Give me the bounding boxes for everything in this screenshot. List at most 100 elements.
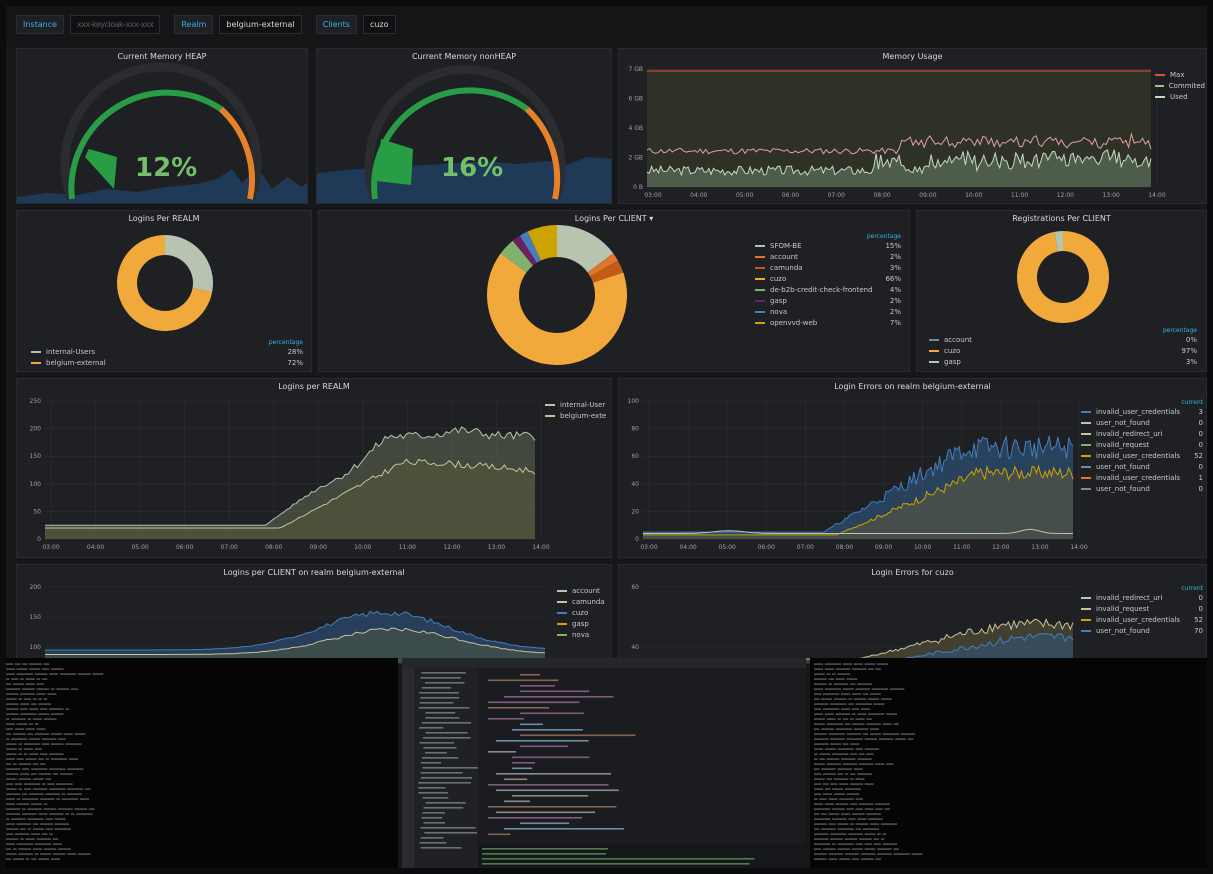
realm-select[interactable]: belgium-external (219, 14, 302, 34)
y-tick-label: 4 GB (629, 125, 644, 132)
legend-swatch (755, 277, 765, 280)
y-tick-label: 60 (631, 584, 639, 591)
legend-item[interactable]: Used (1155, 91, 1205, 102)
x-tick-label: 11:00 (953, 544, 970, 551)
legend-item[interactable]: Max (1155, 69, 1205, 80)
legend-item[interactable]: cuzo 66% (755, 273, 901, 284)
x-tick-label: 09:00 (310, 544, 327, 551)
y-tick-label: 60 (631, 453, 639, 460)
file-tree-entry (420, 772, 463, 774)
panel-logins-per-client-pie[interactable]: Logins Per CLIENT ▾ percentage SFOM-BE 15%… (318, 210, 910, 372)
legend-item[interactable]: internal-Users 28% (31, 346, 303, 357)
legend-item[interactable]: belgium-external 72% (31, 357, 303, 368)
legend-header: percentage (268, 339, 303, 346)
legend-item[interactable]: invalid_user_credentials 3 (1081, 406, 1203, 417)
code-line (520, 734, 636, 737)
panel-logins-per-realm-pie[interactable]: Logins Per REALM percentage internal-User… (16, 210, 312, 372)
y-tick-label: 40 (631, 644, 639, 651)
file-tree-entry (418, 792, 448, 794)
login-errors-cuzo-legend: current invalid_redirect_uri 0 invalid_requ… (1081, 585, 1203, 636)
legend-item[interactable]: nova 2% (755, 306, 901, 317)
panel-logins-per-client-graph[interactable]: Logins per CLIENT on realm belgium-exter… (16, 564, 612, 664)
legend-item[interactable]: SFOM-BE 15% (755, 240, 901, 251)
legend-item[interactable]: invalid_request 0 (1081, 603, 1203, 614)
legend-swatch (755, 288, 765, 291)
legend-item[interactable]: invalid_user_credentials 52 (1081, 614, 1203, 625)
file-tree-entry (420, 677, 461, 679)
x-tick-label: 07:00 (221, 544, 238, 551)
legend-name: invalid_user_credentials (1096, 473, 1181, 482)
legend-item[interactable]: belgium-exte (545, 410, 611, 421)
legend-item[interactable]: nova (557, 629, 609, 640)
file-tree-entry (424, 682, 465, 684)
panel-registrations-pie[interactable]: Registrations Per CLIENT percentage accou… (916, 210, 1207, 372)
terminal-window-left[interactable]: ▬▬▬▬▬ ▬▬▬ ▬▬▬ ▬▬▬▬▬▬▬ ▬▬▬ ▬▬▬▬▬▬ ▬▬▬▬▬▬ … (6, 658, 398, 868)
panel-logins-per-realm-graph[interactable]: Logins per REALM 250 200 150 100 50 0 03:00 04:… (16, 378, 612, 558)
legend-value: 0 (1198, 440, 1203, 449)
legend-item[interactable]: account 0% (929, 334, 1197, 345)
legend-item[interactable]: user_not_found 0 (1081, 483, 1203, 494)
x-tick-label: 11:00 (1011, 192, 1028, 199)
legend-item[interactable]: invalid_user_credentials 1 (1081, 472, 1203, 483)
legend-value: 0 (1198, 429, 1203, 438)
terminal-window-right[interactable]: ▬▬▬▬▬ ▬▬▬▬▬▬▬▬▬ ▬▬▬▬▬ ▬▬▬▬▬ ▬▬▬▬▬▬ ▬▬▬▬▬… (810, 658, 1207, 868)
legend-item[interactable]: account 2% (755, 251, 901, 262)
legend-item[interactable]: user_not_found 70 (1081, 625, 1203, 636)
panel-nonheap-gauge[interactable]: Current Memory nonHEAP 16% (316, 48, 612, 204)
legend-item[interactable]: invalid_request 0 (1081, 439, 1203, 450)
legend-item[interactable]: invalid_redirect_uri 0 (1081, 428, 1203, 439)
legend-item[interactable]: camunda 3% (755, 262, 901, 273)
legend-item[interactable]: camunda (557, 596, 609, 607)
legend-value: 0 (1198, 418, 1203, 427)
legend-swatch (1081, 421, 1091, 424)
legend-item[interactable]: gasp (557, 618, 609, 629)
legend-item[interactable]: gasp 2% (755, 295, 901, 306)
instance-select[interactable]: xxx-keycloak-xxx-xxx (70, 14, 161, 34)
panel-login-errors-realm[interactable]: Login Errors on realm belgium-external 1… (618, 378, 1207, 558)
panel-login-errors-cuzo[interactable]: Login Errors for cuzo 60 40 current invali… (618, 564, 1207, 664)
code-editor-window[interactable] (402, 658, 806, 868)
y-tick-label: 250 (30, 398, 42, 405)
legend-item[interactable]: de-b2b-credit-check-frontend 4% (755, 284, 901, 295)
panel-heap-gauge[interactable]: Current Memory HEAP 12% (16, 48, 308, 204)
legend-value: 0 (1198, 604, 1203, 613)
code-line (488, 701, 580, 704)
legend-item[interactable]: gasp 3% (929, 356, 1197, 367)
y-tick-label: 80 (631, 426, 639, 433)
legend-header: current (1181, 399, 1203, 406)
legend-item[interactable]: internal-User (545, 399, 611, 410)
legend-item[interactable]: account (557, 585, 609, 596)
legend-swatch (1155, 84, 1164, 87)
x-tick-label: 04:00 (690, 192, 707, 199)
x-tick-label: 06:00 (176, 544, 193, 551)
legend-item[interactable]: cuzo 97% (929, 345, 1197, 356)
legend-item[interactable]: invalid_redirect_uri 0 (1081, 592, 1203, 603)
legend-value: 7% (889, 318, 901, 327)
code-editor-content (402, 658, 806, 868)
legend-item[interactable]: invalid_user_credentials 52 (1081, 450, 1203, 461)
legend-name: nova (770, 307, 788, 316)
legend-name: Used (1170, 92, 1188, 101)
file-tree-entry (418, 782, 471, 784)
legend-item[interactable]: openvvd-web 7% (755, 317, 901, 328)
legend-swatch (545, 414, 555, 417)
x-tick-label: 06:00 (758, 544, 775, 551)
y-tick-label: 0 (37, 536, 41, 543)
file-tree-entry (421, 687, 452, 689)
clients-select[interactable]: cuzo (362, 14, 396, 34)
code-line (512, 762, 536, 764)
code-line (512, 729, 583, 731)
x-tick-label: 10:00 (354, 544, 371, 551)
legend-swatch (755, 244, 765, 247)
legend-name: internal-Users (46, 347, 95, 356)
code-line (512, 756, 590, 759)
legend-swatch (755, 255, 765, 258)
legend-item[interactable]: cuzo (557, 607, 609, 618)
file-tree-entry (419, 842, 447, 844)
file-tree-entry (424, 832, 478, 834)
legend-item[interactable]: Commited (1155, 80, 1205, 91)
legend-item[interactable]: user_not_found 0 (1081, 417, 1203, 428)
legend-item[interactable]: user_not_found 0 (1081, 461, 1203, 472)
terminal-line (482, 858, 755, 860)
panel-memory-usage[interactable]: Memory Usage 7 GB 6 GB 4 GB 2 GB 0 B 03:00 04:… (618, 48, 1207, 204)
